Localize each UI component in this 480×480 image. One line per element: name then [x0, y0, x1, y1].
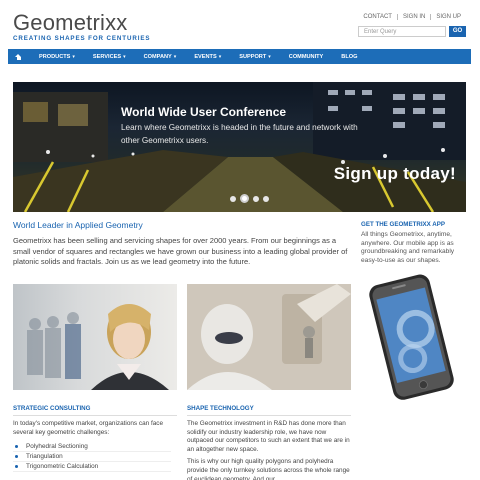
technology-text: The Geometrixx investment in R&D has don… [187, 420, 351, 480]
contact-link[interactable]: CONTACT [358, 14, 397, 20]
chevron-down-icon: ▾ [173, 53, 177, 60]
app-promo-title[interactable]: GET THE GEOMETRIXX APP [361, 221, 445, 228]
chevron-down-icon: ▾ [268, 53, 271, 60]
nav-label: COMPANY [143, 53, 172, 60]
chevron-down-icon: ▾ [123, 53, 126, 60]
hero-carousel[interactable]: World Wide User Conference Learn where G… [13, 82, 466, 212]
consulting-list: Polyhedral Sectioning Triangulation Trig… [13, 442, 171, 472]
brand-name: Geometrixx [13, 10, 128, 35]
list-item[interactable]: Trigonometric Calculation [13, 462, 171, 472]
consulting-intro-text: In today's competitive market, organizat… [13, 420, 164, 436]
nav-products[interactable]: PRODUCTS ▾ [30, 49, 84, 64]
nav-label: SERVICES [92, 53, 122, 60]
carousel-dot[interactable] [230, 195, 236, 202]
list-item[interactable]: Triangulation [13, 452, 171, 462]
carousel-dot-active[interactable] [240, 194, 249, 203]
app-promo-body: All things Geometrixx, anytime, anywhere… [361, 231, 455, 264]
technology-image [187, 284, 351, 390]
sign-in-link[interactable]: SIGN IN [396, 14, 430, 20]
technology-heading[interactable]: SHAPE TECHNOLOGY [187, 405, 351, 416]
consulting-image [13, 284, 177, 390]
nav-label: BLOG [341, 53, 358, 60]
nav-events[interactable]: EVENTS ▾ [185, 49, 230, 64]
hero-title: World Wide User Conference [121, 105, 287, 119]
nav-label: EVENTS [194, 53, 217, 60]
phone-image[interactable] [362, 270, 462, 405]
technology-paragraph-1: The Geometrixx investment in R&D has don… [187, 420, 350, 453]
nav-services[interactable]: SERVICES ▾ [84, 49, 135, 64]
hero-subtitle: Learn where Geometrixx is headed in the … [121, 123, 358, 145]
nav-blog[interactable]: BLOG [332, 49, 366, 64]
search-go-button[interactable]: GO [449, 26, 466, 37]
search-bar: Enter Query GO [358, 26, 466, 37]
home-icon [15, 53, 22, 60]
chevron-down-icon: ▾ [72, 53, 75, 60]
carousel-dot[interactable] [253, 195, 259, 202]
nav-community[interactable]: COMMUNITY [280, 49, 333, 64]
consulting-heading[interactable]: STRATEGIC CONSULTING [13, 405, 177, 416]
main-nav: PRODUCTS ▾ SERVICES ▾ COMPANY ▾ EVENTS ▾… [8, 49, 471, 64]
search-input[interactable]: Enter Query [358, 26, 446, 37]
nav-company[interactable]: COMPANY ▾ [135, 49, 186, 64]
nav-support[interactable]: SUPPORT ▾ [230, 49, 280, 64]
nav-label: PRODUCTS [39, 53, 71, 60]
sign-up-cta[interactable]: Sign up today! [334, 164, 456, 184]
chevron-down-icon: ▾ [218, 53, 222, 60]
brand-tagline: CREATING SHAPES FOR CENTURIES [13, 35, 151, 42]
main-body: Geometrixx has been selling and servicin… [13, 236, 348, 266]
nav-label: COMMUNITY [288, 53, 324, 60]
consulting-intro: In today's competitive market, organizat… [13, 420, 177, 437]
top-links: CONTACT SIGN IN SIGN UP [358, 14, 466, 20]
carousel-dot[interactable] [263, 195, 269, 202]
technology-paragraph-2: This is why our high quality polygons an… [187, 458, 350, 480]
nav-label: SUPPORT [239, 53, 267, 60]
sign-up-link[interactable]: SIGN UP [430, 14, 466, 20]
carousel-dots [230, 194, 269, 203]
hero-image [13, 82, 466, 212]
main-title: World Leader in Applied Geometry [13, 220, 143, 230]
logo[interactable]: Geometrixx CREATING SHAPES FOR CENTURIES [13, 10, 151, 43]
list-item[interactable]: Polyhedral Sectioning [13, 442, 171, 452]
nav-home[interactable] [8, 49, 30, 64]
